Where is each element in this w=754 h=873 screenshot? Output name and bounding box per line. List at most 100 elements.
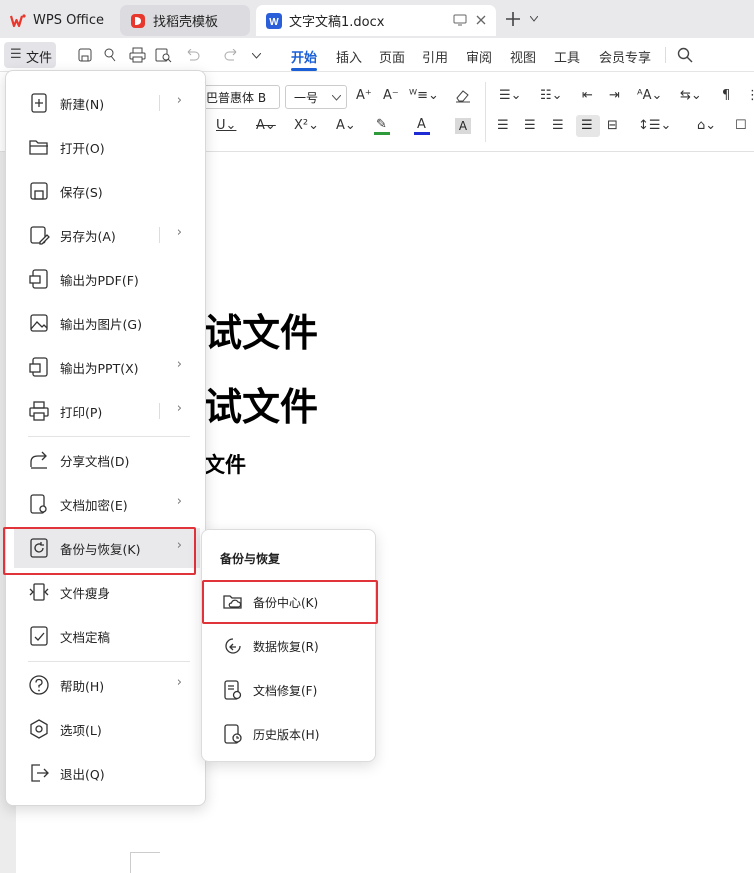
underline-icon[interactable]: U⌄ [216,118,236,133]
sort-icon[interactable]: ⇆⌄ [680,88,702,103]
show-marks-icon[interactable]: ¶ [722,88,730,103]
clear-format-icon[interactable] [455,89,471,103]
menu-item-new[interactable]: 新建(N) › [14,83,200,123]
tab-page[interactable]: 页面 [379,47,405,66]
doc-heading-2: 试文件 [204,385,319,429]
menu-item-save[interactable]: 保存(S) [14,171,200,211]
tab-home[interactable]: 开始 [291,47,317,66]
tab-label: 找稻壳模板 [153,15,219,30]
chevron-down-icon[interactable] [530,16,538,22]
backup-restore-submenu: 备份与恢复 备份中心(K) 数据恢复(R) 文档修复(F) 历史版本(H) [201,529,376,762]
line-spacing-icon[interactable]: ↕☰⌄ [638,118,671,133]
menu-item-label: 输出为PDF(F) [60,272,139,288]
menu-item-export-ppt[interactable]: 输出为PPT(X) › [14,347,200,387]
justify-button[interactable]: ☰ [576,115,600,137]
menu-item-options[interactable]: 选项(L) [14,709,200,749]
menu-item-slim[interactable]: 文件瘦身 [14,572,200,612]
text-case-icon[interactable]: ᵂ≡⌄ [409,88,439,103]
help-icon [29,675,49,695]
menu-item-export-image[interactable]: 输出为图片(G) [14,303,200,343]
menu-item-label: 新建(N) [60,96,105,112]
shrink-font-icon[interactable]: A⁻ [383,88,399,103]
strikethrough-icon[interactable]: A⌄ [256,118,276,133]
more-icon[interactable]: ⋮ [746,88,754,103]
menu-item-print[interactable]: 打印(P) › [14,391,200,431]
options-icon [30,719,48,739]
close-tab-icon[interactable] [476,15,486,25]
submenu-item-data-restore[interactable]: 数据恢复(R) [212,627,370,665]
new-tab-plus-icon[interactable] [506,12,520,26]
menu-item-exit[interactable]: 退出(Q) [14,753,200,793]
highlight-color-icon[interactable]: ✎ [374,117,394,137]
char-shading-icon[interactable]: A [455,118,471,134]
text-direction-icon[interactable]: ᴬA⌄ [637,88,662,103]
font-name-value: 巴普惠体 B [206,91,267,105]
distribute-icon[interactable]: ⊟ [607,118,618,133]
tab-document[interactable]: W 文字文稿1.docx [256,5,496,36]
menu-item-label: 输出为PPT(X) [60,360,139,376]
align-center-icon[interactable]: ☰ [524,118,536,133]
bullet-list-icon[interactable]: ☰⌄ [499,88,522,103]
menu-divider [28,661,190,662]
lock-doc-icon [30,494,47,514]
save-quick-icon[interactable] [77,47,93,63]
redo-icon[interactable] [224,49,240,61]
file-menu-button[interactable]: ☰ 文件 [4,42,56,68]
increase-indent-icon[interactable]: ⇥ [609,88,620,103]
tab-view[interactable]: 视图 [510,47,536,66]
numbered-list-icon[interactable]: ☷⌄ [540,88,563,103]
svg-text:W: W [269,17,279,28]
chevron-down-icon [332,95,341,101]
print-preview-icon[interactable] [155,47,172,63]
shading-icon[interactable]: ⌂⌄ [697,118,716,133]
menu-item-export-pdf[interactable]: 输出为PDF(F) [14,259,200,299]
font-name-select[interactable]: 巴普惠体 B [200,85,280,109]
grow-font-icon[interactable]: A⁺ [356,88,372,103]
history-icon [224,724,242,744]
menu-item-label: 帮助(H) [60,678,105,694]
superscript-icon[interactable]: X²⌄ [294,118,319,133]
menu-item-label: 打印(P) [60,404,103,420]
menu-item-open[interactable]: 打开(O) [14,127,200,167]
search-icon[interactable] [677,47,693,63]
menu-item-encrypt[interactable]: 文档加密(E) › [14,484,200,524]
finalize-icon [30,626,48,646]
text-effect-icon[interactable]: A⌄ [336,118,356,133]
submenu-item-doc-repair[interactable]: 文档修复(F) [212,671,370,709]
tab-review[interactable]: 审阅 [466,47,492,66]
save-icon [30,182,48,200]
menu-item-share[interactable]: 分享文档(D) [14,440,200,480]
decrease-indent-icon[interactable]: ⇤ [582,88,593,103]
monitor-icon[interactable] [453,14,467,26]
save-as-icon [30,226,50,245]
tab-membership[interactable]: 会员专享 [599,47,651,66]
font-color-icon[interactable]: A [414,117,434,137]
tab-daoke-templates[interactable]: 找稻壳模板 [120,5,250,36]
new-doc-icon [31,93,47,113]
tab-references[interactable]: 引用 [422,47,448,66]
print-quick-icon[interactable] [129,47,146,63]
chevron-right-icon: › [176,93,182,108]
chevron-right-icon: › [176,357,182,372]
tab-insert[interactable]: 插入 [336,47,362,66]
pdf-icon [29,269,48,289]
menu-item-label: 保存(S) [60,184,103,200]
folder-open-icon [29,140,48,155]
more-chevron-icon[interactable] [252,53,261,59]
undo-icon[interactable] [184,49,200,61]
menu-item-finalize[interactable]: 文档定稿 [14,616,200,656]
font-size-select[interactable]: 一号 [285,85,347,109]
border-icon[interactable]: ☐ [735,118,747,133]
menu-item-label: 文档加密(E) [60,497,128,513]
format-painter-icon[interactable] [103,47,119,63]
doc-heading-1: 试文件 [204,311,319,355]
wps-logo-icon [10,13,26,27]
tab-tools[interactable]: 工具 [554,47,580,66]
menu-item-save-as[interactable]: 另存为(A) › [14,215,200,255]
align-left-icon[interactable]: ☰ [497,118,509,133]
submenu-item-history[interactable]: 历史版本(H) [212,715,370,753]
menu-item-label: 输出为图片(G) [60,316,142,332]
align-right-icon[interactable]: ☰ [552,118,564,133]
menu-item-help[interactable]: 帮助(H) › [14,665,200,705]
tab-wps-office[interactable]: WPS Office [0,5,112,36]
